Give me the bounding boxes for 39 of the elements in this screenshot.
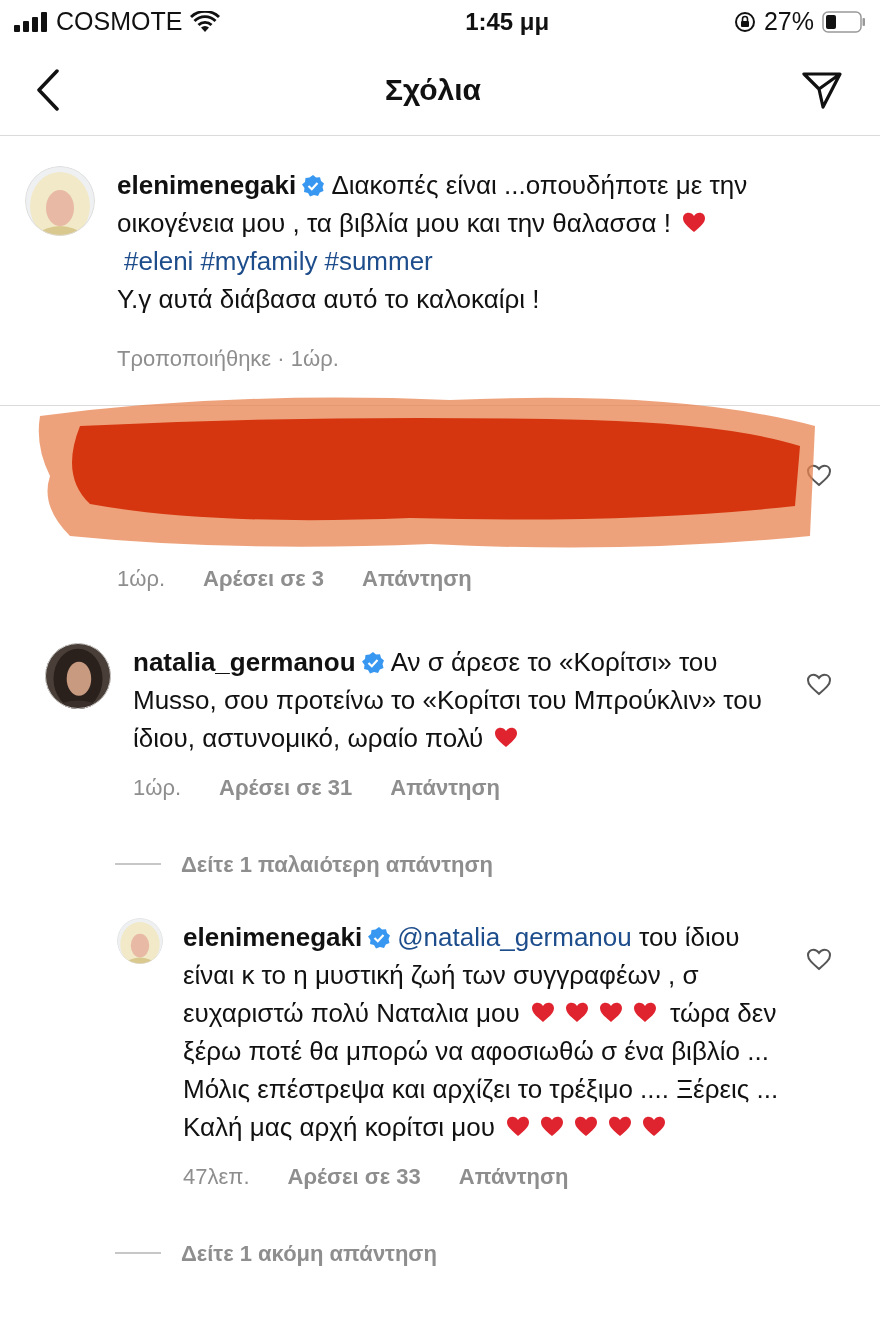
edited-time: Τροποποιήθηκε · 1ώρ. [117,345,340,373]
verified-badge-icon [302,175,325,197]
carrier-name: COSMOTE [56,6,183,38]
comment-time: 1ώρ. [117,565,166,593]
view-replies-button[interactable]: Δείτε 1 ακόμη απάντηση [181,1236,437,1270]
reply-button[interactable]: Απάντηση [362,562,472,595]
comment-text: Υ.γ αυτά διάβασα αυτό το καλοκαίρι ! [117,283,541,316]
back-icon [36,68,60,111]
comment-time: 1ώρ. [133,774,182,802]
comment-text: elenimenegaki @natalia_germanou του ίδιου είναι κ το η μυστική ζωή των συγγραφέων , σ ευχαριστώ πολύ Ναταλια μου τώρα δεν ξέρω ποτέ θα μπορώ να αφοσιωθώ σ ένα βιβλίο ... Μόλις επέστρεψα και αρχίζει το τρέξιμο .... Ξέρεις ... Καλή μας αρχή κορίτσι μου [183,921,780,1144]
page-title: Σχόλια [385,72,481,108]
username-link[interactable]: elenimenegaki [183,922,363,952]
view-replies-button[interactable]: Δείτε 1 παλαιότερη απάντηση [181,847,493,881]
hashtag-link[interactable]: #myfamily [200,246,318,276]
rotation-lock-icon [733,11,756,33]
hashtag-link[interactable]: #eleni [124,246,194,276]
likes-button[interactable]: Αρέσει σε 3 [203,562,325,595]
heart-outline-icon [806,672,832,696]
reply-button[interactable]: Απάντηση [458,1160,569,1193]
comment-text: natalia_germanou Αν σ άρεσε το «Κορίτσι» του Musso, σου προτείνω το «Κορίτσι του Μπρούκλιν» του ίδιου, αστυνομικό, ωραίο πολύ [133,646,763,755]
hashtag-link[interactable]: #summer [324,246,433,276]
likes-button[interactable]: Αρέσει σε 33 [287,1160,421,1193]
comment-text: elenimenegaki Διακοπές είναι ...οπουδήποτε με την οικογένεια μου , τα βιβλία μου και την θαλασσα ! #eleni #myfamily #summer [117,169,749,278]
reply-button[interactable]: Απάντηση [390,771,500,804]
verified-badge-icon [368,927,391,949]
wifi-icon [190,11,221,33]
likes-button[interactable]: Αρέσει σε 31 [219,771,353,804]
clock-time: 1:45 μμ [465,7,550,37]
battery-percent: 27% [763,6,814,38]
mention-link[interactable]: @natalia_germanou [397,922,632,952]
avatar [117,918,163,964]
heart-outline-icon [806,947,832,971]
verified-badge-icon [361,652,384,674]
battery-icon [822,11,866,33]
signal-icon [14,12,48,32]
username-link[interactable]: elenimenegaki [117,170,297,200]
paper-plane-icon [802,69,842,110]
comment-time: 47λεπ. [183,1163,250,1191]
username-link[interactable]: natalia_germanou [133,647,356,677]
